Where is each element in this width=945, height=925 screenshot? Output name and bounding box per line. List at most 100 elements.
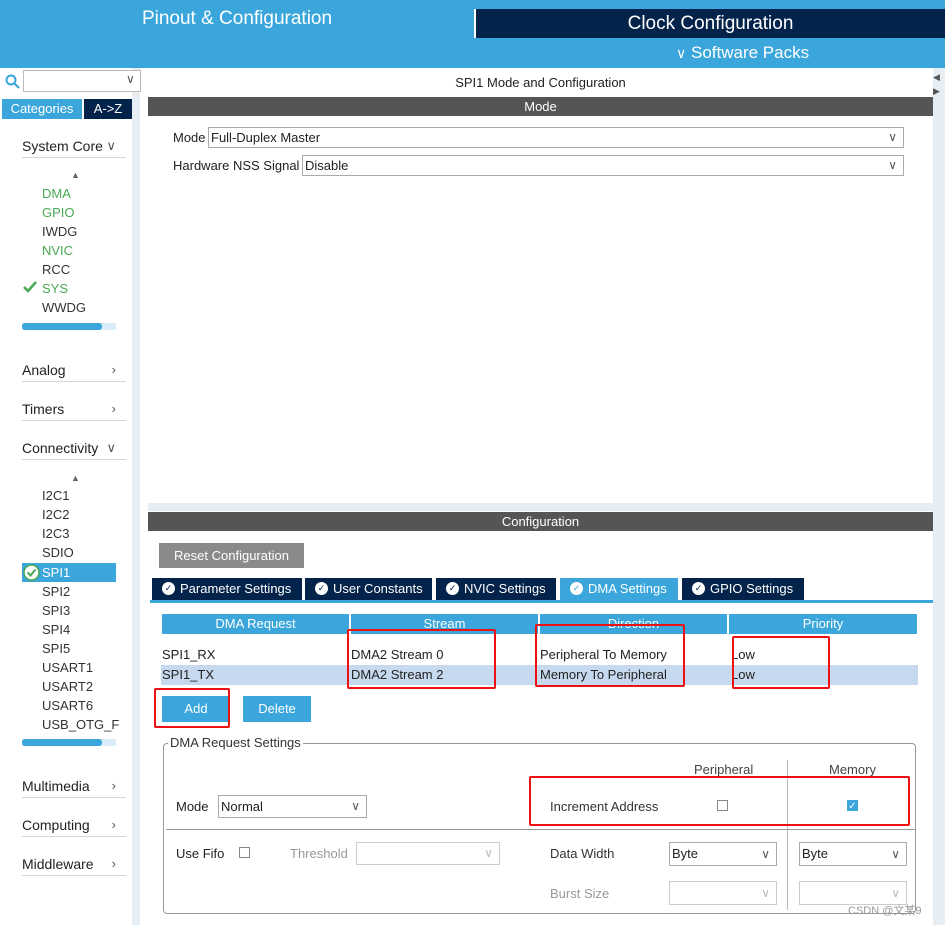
peripheral-data-width-select[interactable]: Byte ∨ [669, 842, 777, 866]
sidebar-item-usart1[interactable]: USART1 [42, 658, 93, 677]
sidebar-item-spi1[interactable]: SPI1 [42, 563, 70, 582]
watermark: CSDN @文某9 [848, 905, 922, 917]
tab-parameter-settings[interactable]: ✓ Parameter Settings [152, 578, 302, 600]
tab-pinout-configuration[interactable]: Pinout & Configuration [0, 0, 474, 38]
sidebar-item-i2c1[interactable]: I2C1 [42, 486, 69, 505]
peripheral-burst-size-select[interactable]: ∨ [669, 881, 777, 905]
sidebar-item-spi2[interactable]: SPI2 [42, 582, 70, 601]
sidebar-item-usb-otg-fs[interactable]: USB_OTG_F [42, 715, 119, 734]
sidebar-item-nvic[interactable]: NVIC [42, 241, 73, 260]
sidebar-item-i2c2[interactable]: I2C2 [42, 505, 69, 524]
annotation-box-add [154, 688, 230, 728]
header-strip [474, 0, 945, 9]
check-icon [23, 281, 37, 296]
dma-request-settings-legend: DMA Request Settings [168, 735, 303, 750]
expand-right-icon[interactable]: ▶ [933, 86, 940, 97]
system-core-scrollbar[interactable] [22, 323, 116, 330]
collapse-left-icon[interactable]: ◀ [933, 72, 940, 83]
col-header-dma-request: DMA Request [162, 614, 349, 634]
chevron-right-icon: › [111, 362, 116, 377]
col-header-priority: Priority [729, 614, 917, 634]
sidebar-item-spi3[interactable]: SPI3 [42, 601, 70, 620]
threshold-select[interactable]: ∨ [356, 842, 500, 865]
check-circle-icon: ✓ [692, 582, 705, 595]
connectivity-scrollbar[interactable] [22, 739, 116, 746]
cell-request: SPI1_TX [162, 667, 215, 682]
group-middleware[interactable]: Middleware › [22, 852, 126, 876]
group-system-core[interactable]: System Core ∨ [22, 134, 126, 158]
check-circle-icon: ✓ [446, 582, 459, 595]
tab-clock-configuration[interactable]: Clock Configuration [476, 9, 945, 38]
sidebar-item-i2c3[interactable]: I2C3 [42, 524, 69, 543]
chevron-down-icon: ∨ [761, 847, 770, 861]
group-connectivity[interactable]: Connectivity ∨ [22, 436, 126, 460]
panel-title: SPI1 Mode and Configuration [455, 75, 626, 90]
chevron-right-icon: › [111, 401, 116, 416]
divider [166, 829, 915, 830]
reset-configuration-button[interactable]: Reset Configuration [159, 543, 304, 568]
tab-nvic-settings[interactable]: ✓ NVIC Settings [436, 578, 556, 600]
sidebar-item-gpio[interactable]: GPIO [42, 203, 75, 222]
chevron-right-icon: › [111, 817, 116, 832]
chevron-down-icon: ∨ [484, 846, 493, 860]
scroll-up-icon[interactable]: ▲ [71, 170, 80, 180]
group-computing[interactable]: Computing › [22, 813, 126, 837]
sidebar-item-spi4[interactable]: SPI4 [42, 620, 70, 639]
annotation-box-stream [347, 629, 496, 689]
delete-button[interactable]: Delete [243, 696, 311, 722]
mode-section-header: Mode [148, 97, 933, 116]
dma-mode-select[interactable]: Normal ∨ [218, 795, 367, 818]
sidebar-item-rcc[interactable]: RCC [42, 260, 70, 279]
chevron-down-icon: ∨ [891, 847, 900, 861]
sidebar-item-spi5[interactable]: SPI5 [42, 639, 70, 658]
check-circle-icon [23, 564, 40, 584]
panel-splitter[interactable] [148, 503, 933, 511]
peripheral-column-label: Peripheral [694, 762, 754, 777]
group-analog[interactable]: Analog › [22, 358, 126, 382]
categories-tab[interactable]: Categories [2, 99, 82, 119]
tab-underline [150, 600, 933, 603]
annotation-box-increment [529, 776, 910, 826]
sidebar-item-dma[interactable]: DMA [42, 184, 71, 203]
chevron-down-icon: ∨ [676, 45, 687, 61]
use-fifo-checkbox[interactable] [239, 847, 250, 858]
main-scrollbar[interactable] [933, 68, 945, 925]
chevron-down-icon: ∨ [106, 138, 116, 153]
mode-select[interactable]: Full-Duplex Master ∨ [208, 127, 904, 148]
chevron-down-icon: ∨ [891, 886, 900, 900]
search-icon[interactable] [5, 74, 21, 90]
nss-select[interactable]: Disable ∨ [302, 155, 904, 176]
group-timers[interactable]: Timers › [22, 397, 126, 421]
sidebar-item-sys[interactable]: SYS [42, 279, 68, 298]
scroll-up-icon[interactable]: ▲ [71, 473, 80, 483]
chevron-right-icon: › [111, 778, 116, 793]
sidebar-item-sdio[interactable]: SDIO [42, 543, 74, 562]
sidebar-item-usart6[interactable]: USART6 [42, 696, 93, 715]
memory-data-width-select[interactable]: Byte ∨ [799, 842, 907, 866]
check-circle-icon: ✓ [570, 582, 583, 595]
sidebar-item-iwdg[interactable]: IWDG [42, 222, 77, 241]
dma-mode-label: Mode [176, 799, 209, 814]
search-input[interactable] [23, 70, 141, 92]
software-packs-menu[interactable]: ∨ Software Packs [676, 38, 809, 68]
chevron-right-icon: › [111, 856, 116, 871]
group-multimedia[interactable]: Multimedia › [22, 774, 126, 798]
sidebar-item-wwdg[interactable]: WWDG [42, 298, 86, 317]
annotation-box-priority [732, 636, 830, 689]
sidebar-item-usart2[interactable]: USART2 [42, 677, 93, 696]
chevron-down-icon: ∨ [351, 799, 360, 813]
a-z-tab[interactable]: A->Z [84, 99, 132, 119]
tab-user-constants[interactable]: ✓ User Constants [305, 578, 432, 600]
chevron-down-icon: ∨ [888, 158, 897, 172]
chevron-down-icon: ∨ [888, 130, 897, 144]
tab-dma-settings[interactable]: ✓ DMA Settings [560, 578, 678, 600]
use-fifo-label: Use Fifo [176, 846, 225, 861]
chevron-down-icon[interactable]: ∨ [126, 72, 135, 86]
cell-request: SPI1_RX [162, 647, 216, 662]
burst-size-label: Burst Size [550, 886, 610, 901]
configuration-section-header: Configuration [148, 512, 933, 531]
tab-gpio-settings[interactable]: ✓ GPIO Settings [682, 578, 804, 600]
chevron-down-icon: ∨ [761, 886, 770, 900]
mode-label: Mode [173, 130, 206, 145]
memory-column-label: Memory [829, 762, 876, 777]
